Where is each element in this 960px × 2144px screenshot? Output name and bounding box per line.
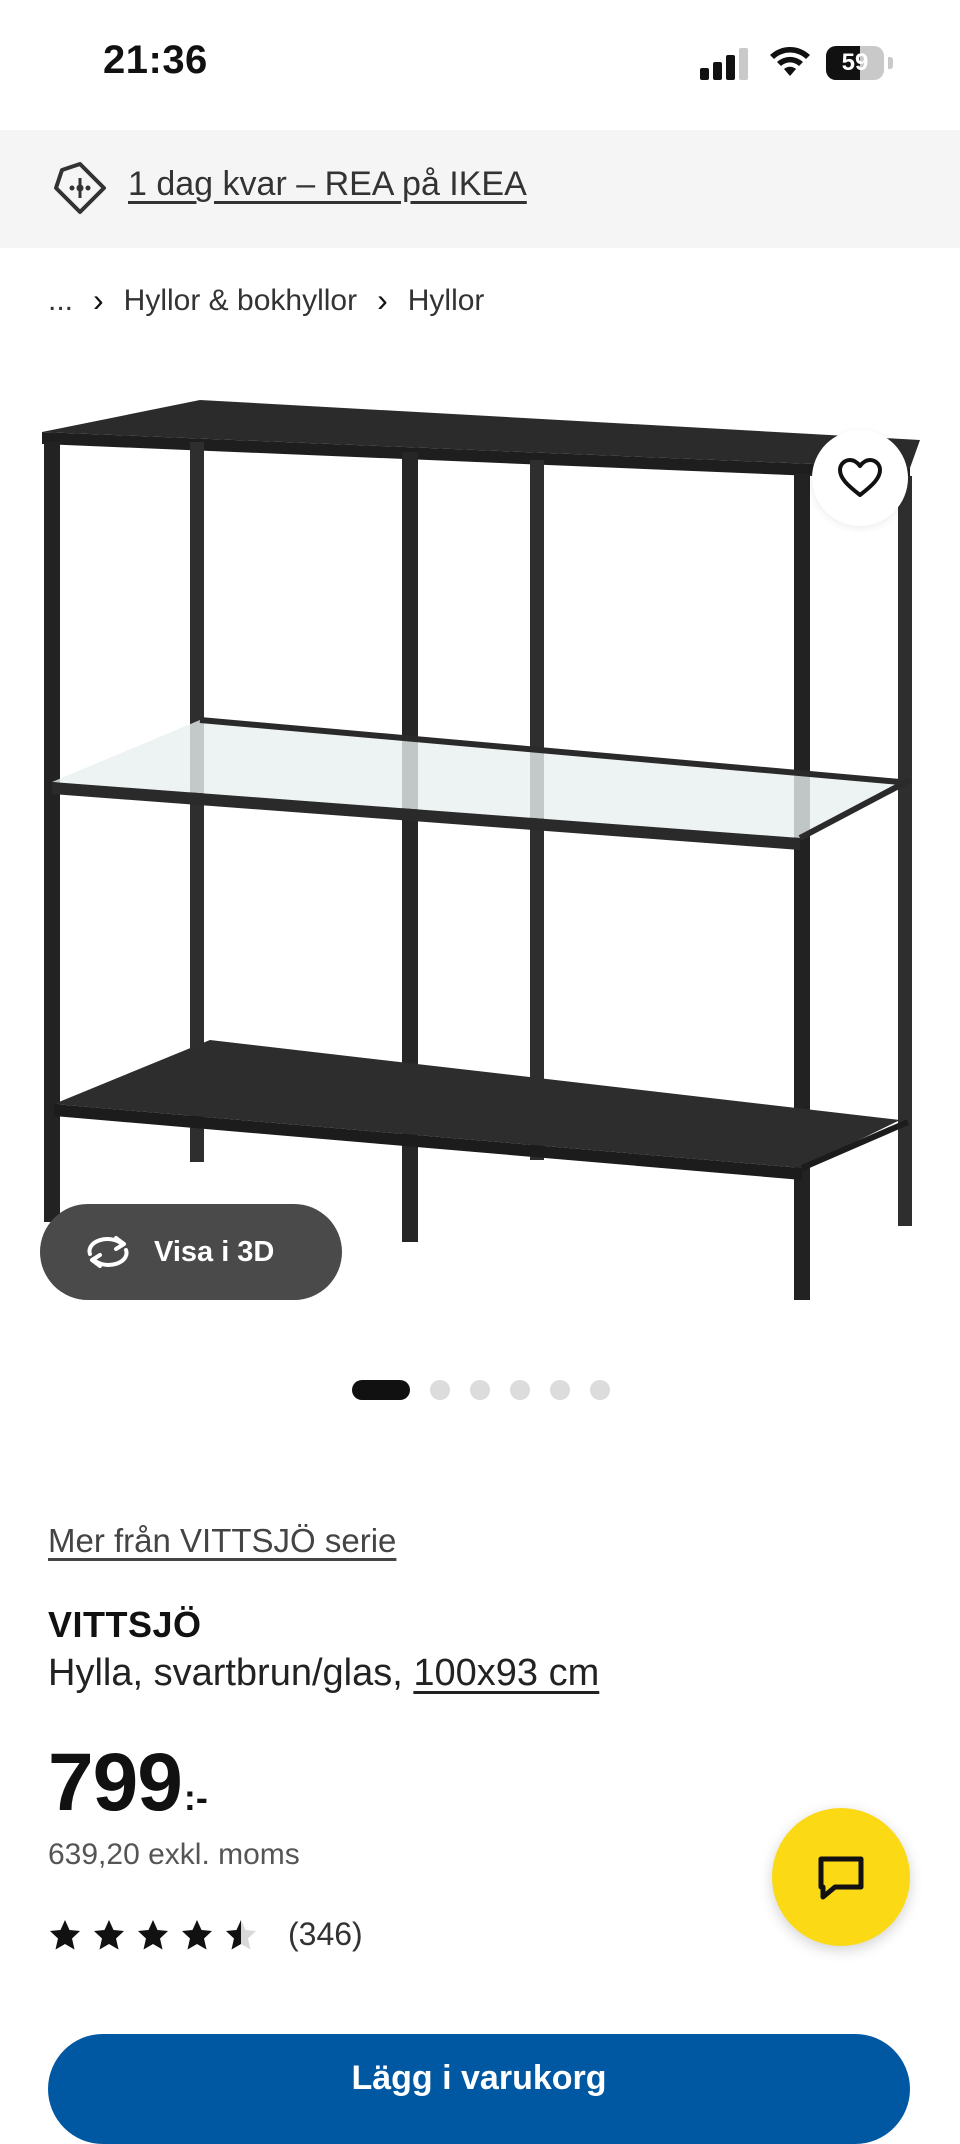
view-3d-label: Visa i 3D	[154, 1235, 275, 1268]
heart-icon	[838, 458, 882, 497]
rotate-icon	[87, 1236, 129, 1268]
rating[interactable]: (346)	[48, 1916, 363, 1953]
breadcrumb-separator: ›	[93, 282, 104, 318]
carousel-dot[interactable]	[510, 1380, 530, 1400]
carousel-dot[interactable]	[430, 1380, 450, 1400]
breadcrumb: ... › Hyllor & bokhyllor › Hyllor	[48, 282, 484, 319]
battery-indicator: 59	[826, 46, 898, 80]
favorite-button[interactable]	[812, 430, 908, 526]
status-time: 21:36	[103, 38, 208, 82]
battery-level: 59	[841, 49, 869, 76]
promo-link[interactable]: 1 dag kvar – REA på IKEA	[128, 165, 527, 204]
star-icon	[50, 1919, 80, 1949]
star-icon	[182, 1919, 212, 1949]
price-excl-vat: 639,20 exkl. moms	[48, 1838, 300, 1871]
breadcrumb-ellipsis[interactable]: ...	[48, 284, 73, 318]
rating-stars	[48, 1918, 268, 1952]
product-image[interactable]	[30, 380, 930, 1340]
price-amount: 799	[48, 1737, 183, 1828]
breadcrumb-separator: ›	[377, 282, 388, 318]
cellular-signal-icon	[700, 46, 752, 80]
product-price: 799 :-	[48, 1736, 208, 1830]
carousel-dot[interactable]	[470, 1380, 490, 1400]
breadcrumb-item-shelves-bookcases[interactable]: Hyllor & bokhyllor	[124, 284, 357, 318]
price-suffix: :-	[183, 1777, 208, 1818]
product-name: VITTSJÖ	[48, 1604, 202, 1645]
product-size-link[interactable]: 100x93 cm	[413, 1652, 599, 1694]
product-description: Hylla, svartbrun/glas, 100x93 cm	[48, 1652, 599, 1695]
wifi-icon	[770, 47, 810, 76]
add-to-cart-label: Lägg i varukorg	[351, 2059, 607, 2097]
image-carousel-dots	[352, 1380, 630, 1400]
breadcrumb-item-shelves[interactable]: Hyllor	[408, 284, 485, 318]
carousel-dot[interactable]	[550, 1380, 570, 1400]
price-tag-icon	[54, 162, 106, 214]
star-icon	[138, 1919, 168, 1949]
product-type: Hylla, svartbrun/glas,	[48, 1652, 403, 1694]
carousel-dot[interactable]	[352, 1380, 410, 1400]
chat-button[interactable]	[772, 1808, 910, 1946]
review-count[interactable]: (346)	[288, 1916, 363, 1953]
add-to-cart-button[interactable]: Lägg i varukorg	[48, 2034, 910, 2144]
view-3d-button[interactable]: Visa i 3D	[40, 1204, 342, 1300]
carousel-dot[interactable]	[590, 1380, 610, 1400]
chat-icon	[818, 1856, 864, 1900]
series-link[interactable]: Mer från VITTSJÖ serie	[48, 1522, 396, 1560]
star-icon	[94, 1919, 124, 1949]
star-icon	[226, 1919, 256, 1949]
promo-banner[interactable]: 1 dag kvar – REA på IKEA	[0, 130, 960, 248]
